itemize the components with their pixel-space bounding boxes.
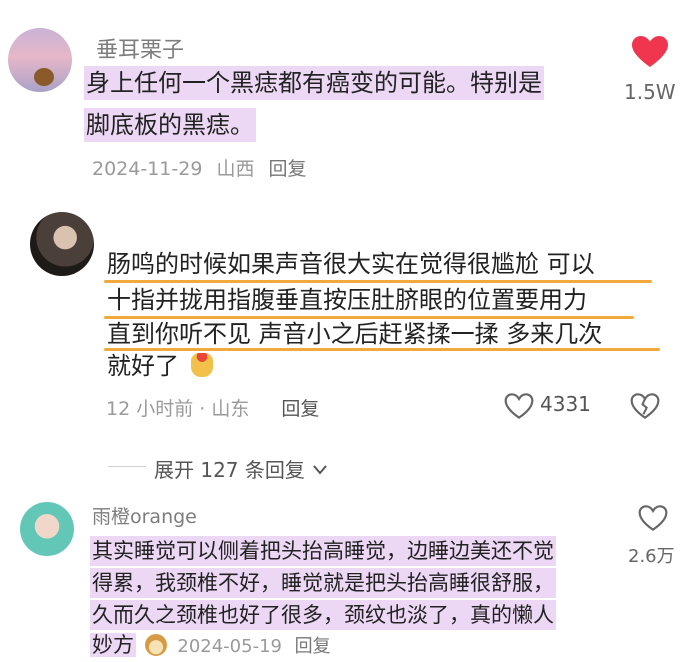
reply-button[interactable]: 回复 bbox=[281, 398, 319, 420]
broken-heart-icon bbox=[630, 393, 660, 419]
comment-2: 肠鸣的时候如果声音很大实在觉得很尴尬 可以 十指并拢用指腹垂直按压肚脐眼的位置要… bbox=[0, 200, 690, 440]
reply-button[interactable]: 回复 bbox=[295, 636, 331, 657]
dislike-button[interactable] bbox=[630, 390, 662, 422]
username[interactable]: 垂耳栗子 bbox=[96, 32, 184, 64]
comment-3: 雨橙orange 其实睡觉可以侧着把头抬高睡觉，边睡边美还不觉 得累，我颈椎不好… bbox=[0, 490, 690, 657]
underline bbox=[104, 280, 652, 283]
comment-text-line-2: 十指并拢用指腹垂直按压肚脐眼的位置要用力 bbox=[107, 286, 587, 314]
like-button[interactable]: 1.5W bbox=[620, 34, 680, 104]
comment-text-line-3: 直到你听不见 声音小之后赶紧揉一揉 多来几次 bbox=[107, 320, 603, 348]
username[interactable]: 雨橙orange bbox=[92, 502, 197, 529]
like-count: 2.6万 bbox=[628, 546, 675, 567]
comment-text-line-1: 身上任何一个黑痣都有癌变的可能。特别是 bbox=[84, 66, 544, 100]
like-button[interactable]: 4331 bbox=[504, 390, 600, 420]
heart-filled-icon bbox=[632, 36, 668, 67]
comment-text-line-4: 就好了 bbox=[107, 350, 213, 382]
comment-date: 2024-11-29 bbox=[92, 158, 203, 180]
comment-text-line-2: 脚底板的黑痣。 bbox=[84, 108, 256, 142]
comment-meta: 2024-11-29 山西 回复 bbox=[92, 154, 307, 181]
divider bbox=[108, 466, 146, 467]
comment-text-line-2: 得累，我颈椎不好，睡觉就是把头抬高睡很舒服， bbox=[90, 568, 556, 598]
avatar[interactable] bbox=[20, 502, 74, 556]
heart-outline-icon bbox=[638, 505, 668, 531]
expand-replies-label: 展开 127 条回复 bbox=[154, 454, 328, 483]
comment-text-line-3: 久而久之颈椎也好了很多，颈纹也淡了，真的懒人 bbox=[90, 600, 556, 630]
like-button[interactable]: 2.6万 bbox=[622, 504, 686, 568]
comment-text-end: 妙方 bbox=[90, 633, 136, 657]
avatar[interactable] bbox=[30, 212, 94, 276]
comment-text-line-4: 妙方 2024-05-19 回复 bbox=[90, 630, 331, 662]
chevron-down-icon bbox=[313, 465, 328, 475]
expand-replies[interactable]: 展开 127 条回复 bbox=[100, 452, 400, 482]
lucky-bag-emoji-icon bbox=[190, 353, 213, 377]
reply-button[interactable]: 回复 bbox=[269, 158, 307, 180]
avatar[interactable] bbox=[8, 28, 72, 92]
comment-text-line-1: 肠鸣的时候如果声音很大实在觉得很尴尬 可以 bbox=[107, 250, 595, 278]
like-count: 4331 bbox=[540, 392, 591, 416]
dog-emoji-icon bbox=[144, 634, 167, 656]
comment-meta: 12 小时前 · 山东 回复 bbox=[106, 394, 319, 421]
comment-1: 垂耳栗子 身上任何一个黑痣都有癌变的可能。特别是 脚底板的黑痣。 2024-11… bbox=[0, 0, 690, 190]
comment-text-end: 就好了 bbox=[107, 352, 179, 380]
comment-text-line-1: 其实睡觉可以侧着把头抬高睡觉，边睡边美还不觉 bbox=[90, 536, 556, 566]
comment-location: 山西 bbox=[216, 158, 255, 180]
like-count: 1.5W bbox=[624, 80, 676, 104]
comment-date: 2024-05-19 bbox=[177, 636, 282, 657]
heart-outline-icon bbox=[504, 393, 534, 419]
bear-sticker-icon bbox=[34, 68, 54, 86]
comment-time: 12 小时前 · 山东 bbox=[106, 398, 250, 420]
